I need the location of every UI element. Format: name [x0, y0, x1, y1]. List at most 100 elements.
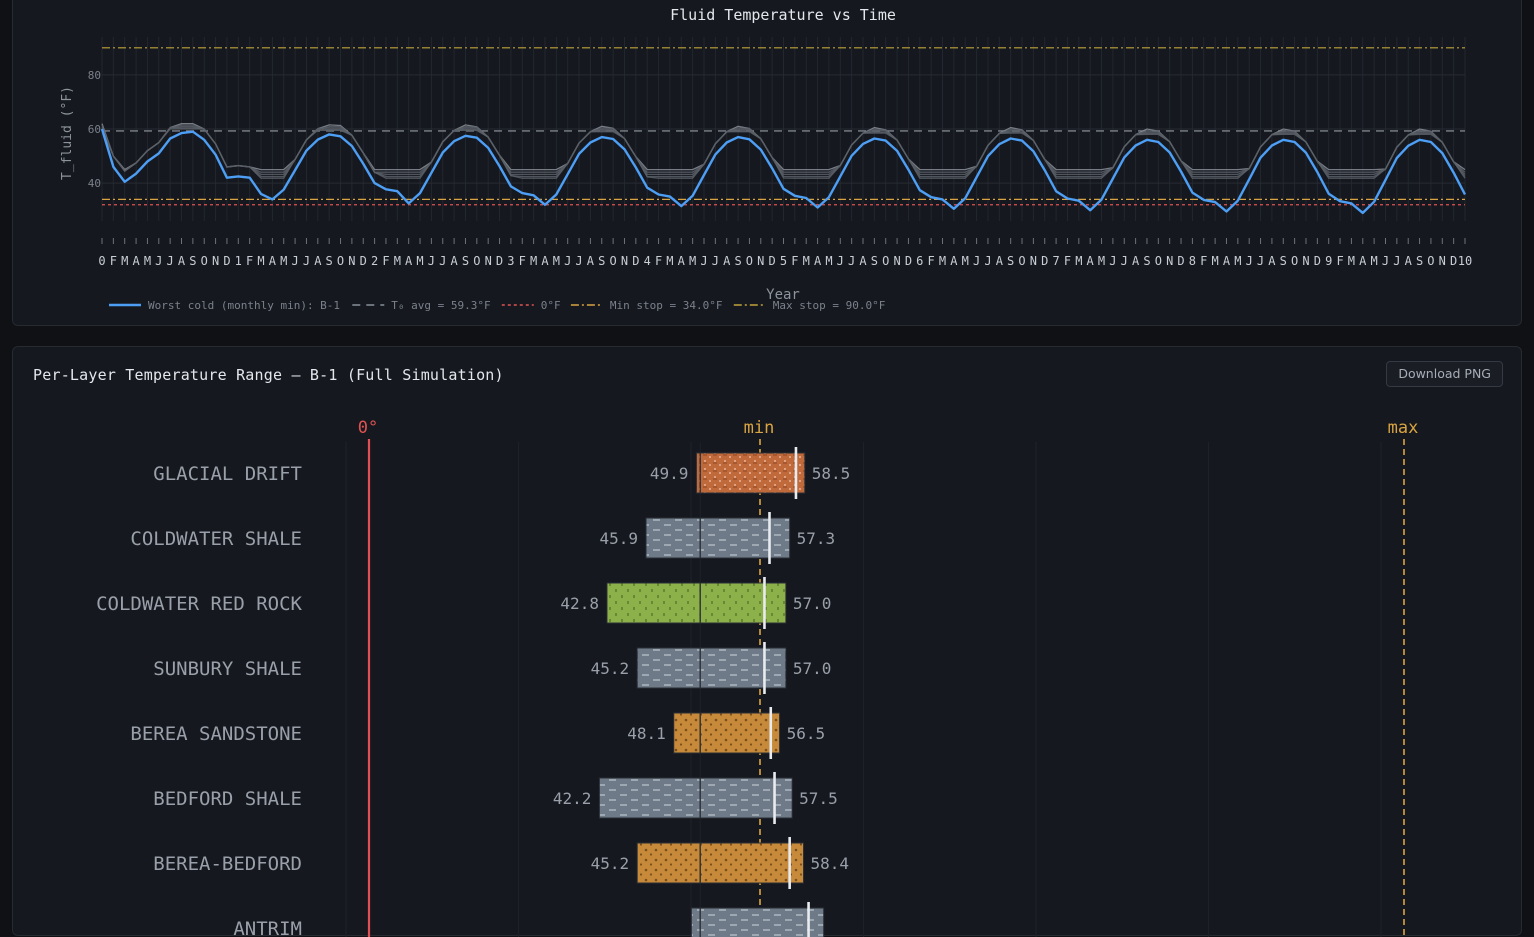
- legend-label: Min stop = 34.0°F: [610, 299, 723, 312]
- x-tick-label: J: [155, 254, 162, 268]
- x-tick-label: F: [655, 254, 662, 268]
- x-tick-label: 10: [1458, 254, 1472, 268]
- fluid-temperature-panel: Fluid Temperature vs Time T_fluid (°F) Y…: [12, 0, 1522, 326]
- x-tick-label: A: [814, 254, 822, 268]
- reference-markers: 0° min max: [358, 418, 1418, 937]
- x-tick-label: 1: [235, 254, 242, 268]
- x-tick-label: 4: [644, 254, 651, 268]
- x-tick-label: 8: [1189, 254, 1196, 268]
- zero-marker-label: 0°: [358, 418, 378, 438]
- x-tick-label: J: [291, 254, 298, 268]
- x-tick-label: M: [530, 254, 537, 268]
- x-tick-label: J: [837, 254, 844, 268]
- layer-label: GLACIAL DRIFT: [153, 463, 302, 485]
- x-tick-label: A: [1359, 254, 1367, 268]
- x-tick-label: N: [1030, 254, 1037, 268]
- x-tick-label: J: [439, 254, 446, 268]
- y-tick-label: 80: [88, 69, 101, 82]
- x-tick-label: F: [519, 254, 526, 268]
- x-tick-label: M: [394, 254, 401, 268]
- x-tick-label: A: [541, 254, 549, 268]
- x-tick-label: O: [746, 254, 753, 268]
- x-tick-label: O: [1427, 254, 1434, 268]
- x-tick-label: D: [1314, 254, 1321, 268]
- x-tick-label: J: [1382, 254, 1389, 268]
- x-tick-label: S: [871, 254, 878, 268]
- layer-range-bar: [598, 777, 793, 819]
- x-tick-label: A: [269, 254, 277, 268]
- min-value-label: 49.9: [650, 464, 689, 483]
- layer-label: SUNBURY SHALE: [153, 658, 302, 680]
- fluid-temperature-chart: Fluid Temperature vs Time T_fluid (°F) Y…: [60, 6, 1472, 312]
- x-tick-label: F: [1200, 254, 1207, 268]
- x-tick-label: J: [167, 254, 174, 268]
- x-tick-label: J: [712, 254, 719, 268]
- x-tick-label: J: [700, 254, 707, 268]
- x-tick-label: 0: [98, 254, 105, 268]
- x-tick-label: A: [859, 254, 867, 268]
- x-tick-label: N: [1166, 254, 1173, 268]
- x-tick-label: M: [280, 254, 287, 268]
- x-tick-label: M: [803, 254, 810, 268]
- x-tick-label: S: [598, 254, 605, 268]
- x-tick-label: N: [212, 254, 219, 268]
- max-value-label: 57.5: [799, 789, 838, 808]
- x-tick-label: M: [962, 254, 969, 268]
- min-value-label: 42.8: [560, 594, 599, 613]
- y-axis-label: T_fluid (°F): [60, 86, 75, 180]
- layer-label: BEREA-BEDFORD: [153, 853, 302, 875]
- x-tick-label: D: [1450, 254, 1457, 268]
- x-tick-label: S: [1280, 254, 1287, 268]
- legend-label: Worst cold (monthly min): B-1: [148, 299, 340, 312]
- x-tick-label: J: [575, 254, 582, 268]
- layer-range-bar: [673, 712, 781, 754]
- x-tick-label: D: [632, 254, 639, 268]
- x-tick-label: S: [326, 254, 333, 268]
- y-tick-labels: 40 60 80: [88, 69, 101, 190]
- min-value-label: 42.2: [553, 789, 592, 808]
- x-tick-label: M: [689, 254, 696, 268]
- x-tick-label: D: [223, 254, 230, 268]
- x-tick-label: M: [257, 254, 264, 268]
- x-tick-label: O: [473, 254, 480, 268]
- min-marker-label: min: [744, 418, 775, 438]
- min-value-label: 45.2: [591, 659, 630, 678]
- x-tick-label: J: [1257, 254, 1264, 268]
- legend-label: T₀ avg = 59.3°F: [391, 299, 490, 312]
- x-tick-label: N: [757, 254, 764, 268]
- x-tick-label: A: [950, 254, 958, 268]
- min-value-label: 48.1: [627, 724, 666, 743]
- x-tick-label: D: [496, 254, 503, 268]
- x-tick-label: 6: [916, 254, 923, 268]
- layer-label: COLDWATER SHALE: [130, 528, 302, 550]
- x-tick-label: A: [132, 254, 140, 268]
- x-tick-label: O: [882, 254, 889, 268]
- x-tick-label: S: [462, 254, 469, 268]
- x-tick-labels: 0FMAMJJASOND1FMAMJJASOND2FMAMJJASOND3FMA…: [98, 238, 1472, 268]
- min-value-label: 45.9: [599, 529, 638, 548]
- x-tick-label: D: [769, 254, 776, 268]
- x-tick-label: M: [1211, 254, 1218, 268]
- legend-label: Max stop = 90.0°F: [773, 299, 886, 312]
- x-tick-label: J: [564, 254, 571, 268]
- x-tick-label: D: [360, 254, 367, 268]
- y-tick-label: 60: [88, 123, 101, 136]
- x-tick-label: S: [189, 254, 196, 268]
- x-tick-label: M: [416, 254, 423, 268]
- x-tick-label: J: [984, 254, 991, 268]
- x-tick-label: F: [110, 254, 117, 268]
- x-tick-label: F: [1336, 254, 1343, 268]
- x-tick-label: A: [1132, 254, 1140, 268]
- x-tick-label: 9: [1325, 254, 1332, 268]
- x-tick-label: O: [201, 254, 208, 268]
- x-tick-label: 2: [371, 254, 378, 268]
- x-tick-label: N: [893, 254, 900, 268]
- x-tick-label: A: [1087, 254, 1095, 268]
- x-tick-label: O: [1291, 254, 1298, 268]
- min-value-label: 45.2: [591, 854, 630, 873]
- x-tick-label: M: [939, 254, 946, 268]
- x-tick-label: J: [303, 254, 310, 268]
- layer-label: BEREA SANDSTONE: [130, 723, 302, 745]
- x-tick-label: F: [928, 254, 935, 268]
- x-tick-label: A: [314, 254, 322, 268]
